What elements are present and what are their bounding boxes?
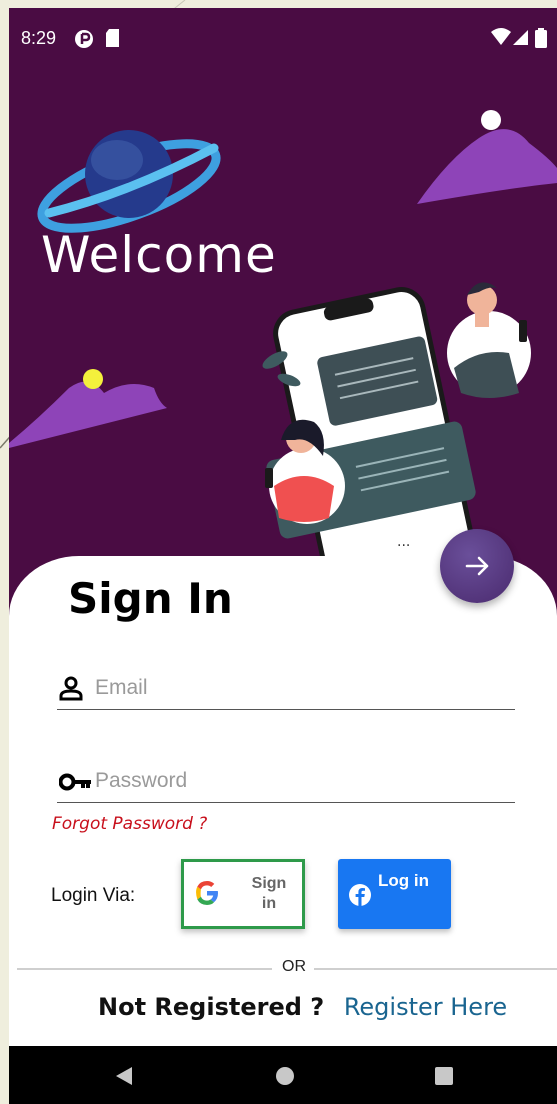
signin-title: Sign In [68,574,233,623]
person-icon [59,676,83,701]
back-icon[interactable] [115,1066,133,1086]
not-registered-text: Not Registered ? [98,993,325,1021]
google-icon [196,881,218,905]
facebook-login-button[interactable]: Log in [338,859,451,929]
forgot-password-link[interactable]: Forgot Password ? [52,814,207,834]
facebook-login-label: Log in [378,871,429,890]
divider-right [314,968,557,970]
svg-text:...: ... [397,534,410,550]
register-row: Not Registered ? Register Here [98,993,507,1021]
key-icon [59,773,91,791]
password-field-row [57,763,515,803]
password-input[interactable] [95,765,505,797]
status-bar: 8:29 [9,8,557,68]
recents-icon[interactable] [435,1067,453,1085]
welcome-heading: Welcome [41,226,277,284]
google-signin-label: Sign in [251,875,287,912]
google-signin-button[interactable]: Sign in [181,859,305,929]
email-field-row [57,670,515,710]
man-illustration [447,282,531,398]
or-divider: OR [17,958,557,978]
login-via-label: Login Via: [51,885,136,906]
email-input[interactable] [95,672,505,704]
next-button[interactable] [440,529,514,603]
mountain-top-right [417,110,557,204]
navigation-bar [9,1046,557,1104]
phone-screen: ... 8:29 Welcome Sign In Email Forgot Pa… [9,8,557,1104]
sd-card-icon [106,29,119,47]
app-notification-icon [75,30,93,48]
or-text: OR [282,958,306,975]
arrow-right-icon [465,556,489,576]
register-link[interactable]: Register Here [344,993,507,1021]
status-time: 8:29 [21,28,57,48]
mountain-left [9,369,167,448]
home-icon[interactable] [275,1066,295,1086]
divider-left [17,968,272,970]
wifi-icon [491,28,511,45]
battery-icon [535,28,547,48]
signal-icon [513,30,528,45]
signin-card [9,556,557,1056]
facebook-icon [349,884,371,906]
